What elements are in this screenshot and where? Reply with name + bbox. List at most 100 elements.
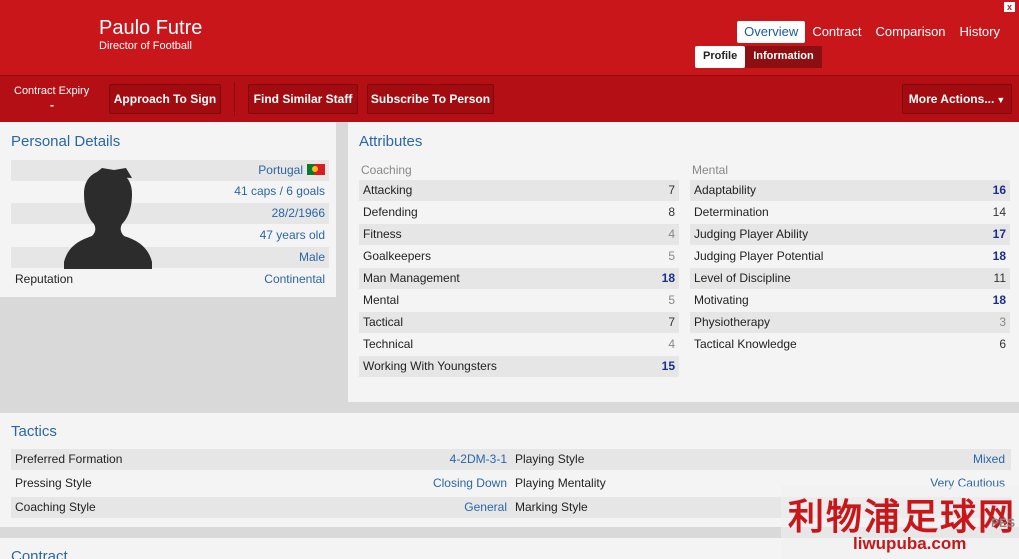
contract-expiry-value: - <box>50 98 54 112</box>
attribute-row: Adaptability 16 <box>690 180 1010 201</box>
site-watermark: 利物浦足球网 liwupuba.com PES <box>781 486 1019 559</box>
more-actions-label: More Actions... <box>908 92 995 106</box>
staff-name: Paulo Futre <box>99 17 203 39</box>
attribute-value: 5 <box>668 249 675 263</box>
contract-expiry-label: Contract Expiry <box>14 85 90 97</box>
attribute-value: 8 <box>668 205 675 219</box>
tab-overview[interactable]: Overview <box>737 21 806 43</box>
attribute-label: Goalkeepers <box>363 249 432 263</box>
attribute-label: Motivating <box>694 293 749 307</box>
personal-details-panel: Personal Details Portugal 41 caps / 6 go… <box>0 122 336 297</box>
tab-comparison[interactable]: Comparison <box>868 21 952 43</box>
attribute-row: Determination 14 <box>690 202 1010 223</box>
more-actions-button[interactable]: More Actions... ▼ <box>902 84 1012 114</box>
close-icon[interactable]: x <box>1004 2 1015 12</box>
attribute-label: Working With Youngsters <box>363 359 497 373</box>
tactics-title: Tactics <box>11 423 57 440</box>
attributes-panel: Attributes Coaching Mental Attacking 7 Def… <box>348 122 1019 402</box>
reputation-value: Continental <box>264 272 325 286</box>
attribute-label: Tactical Knowledge <box>694 337 797 351</box>
attribute-label: Judging Player Ability <box>694 227 809 241</box>
attribute-row: Mental 5 <box>359 290 679 311</box>
reputation-label: Reputation <box>15 272 74 286</box>
attribute-label: Technical <box>363 337 414 351</box>
attribute-row: Physiotherapy 3 <box>690 312 1010 333</box>
action-toolbar: Contract Expiry - Approach To Sign Find … <box>0 75 1019 122</box>
tactic-value: General <box>464 500 507 514</box>
attribute-row: Tactical 7 <box>359 312 679 333</box>
attribute-label: Judging Player Potential <box>694 249 824 263</box>
nationality-row: Portugal <box>11 160 329 181</box>
sub-tabs: Profile Information <box>695 46 822 68</box>
gender-row: Male <box>11 247 329 268</box>
toolbar-divider <box>234 82 235 116</box>
attribute-value: 5 <box>668 293 675 307</box>
attribute-row: Working With Youngsters 15 <box>359 356 679 377</box>
find-similar-staff-button[interactable]: Find Similar Staff <box>248 84 358 114</box>
attribute-label: Tactical <box>363 315 404 329</box>
attributes-title: Attributes <box>359 133 423 150</box>
attribute-value: 18 <box>992 293 1006 307</box>
tab-history[interactable]: History <box>953 21 1007 43</box>
subtab-information[interactable]: Information <box>745 46 822 68</box>
attribute-value: 15 <box>661 359 675 373</box>
approach-to-sign-button[interactable]: Approach To Sign <box>109 84 221 114</box>
attribute-label: Fitness <box>363 227 402 241</box>
tactic-value: 4-2DM-3-1 <box>449 452 507 466</box>
attribute-row: Level of Discipline 11 <box>690 268 1010 289</box>
watermark-url: liwupuba.com <box>853 534 967 553</box>
reputation-row: Reputation Continental <box>11 269 329 290</box>
nationality-value[interactable]: Portugal <box>258 163 303 177</box>
tactic-value: Mixed <box>972 452 1005 466</box>
age-row: 47 years old <box>11 225 329 246</box>
coaching-heading: Coaching <box>361 163 412 177</box>
mental-heading: Mental <box>692 163 729 177</box>
attribute-label: Attacking <box>363 183 413 197</box>
tactics-row: Preferred Formation 4-2DM-3-1 Playing Styl… <box>11 449 1011 470</box>
tactic-label: Marking Style <box>515 500 588 514</box>
subscribe-button[interactable]: Subscribe To Person <box>367 84 494 114</box>
attribute-value: 14 <box>992 205 1006 219</box>
attribute-row: Judging Player Potential 18 <box>690 246 1010 267</box>
portugal-flag-icon <box>307 164 325 175</box>
attribute-value: 6 <box>999 337 1006 351</box>
title-bar: Paulo Futre Director of Football x Overv… <box>0 0 1019 75</box>
dob-value: 28/2/1966 <box>271 206 325 220</box>
attribute-label: Level of Discipline <box>694 271 791 285</box>
caps-value: 41 caps / 6 goals <box>234 184 325 198</box>
attribute-value: 4 <box>668 227 675 241</box>
attribute-row: Defending 8 <box>359 202 679 223</box>
tactic-label: Playing Mentality <box>515 476 606 490</box>
watermark-cn-text: 利物浦足球网 <box>788 497 1017 538</box>
attribute-value: 7 <box>668 315 675 329</box>
chevron-down-icon: ▼ <box>996 95 1006 105</box>
attribute-value: 18 <box>661 271 675 285</box>
attribute-row: Technical 4 <box>359 334 679 355</box>
attribute-row: Fitness 4 <box>359 224 679 245</box>
tactic-label: Playing Style <box>515 452 585 466</box>
attribute-label: Mental <box>363 293 400 307</box>
attribute-label: Physiotherapy <box>694 315 771 329</box>
attribute-value: 17 <box>992 227 1006 241</box>
dob-row: 28/2/1966 <box>11 203 329 224</box>
contract-title: Contract <box>11 548 68 559</box>
attribute-label: Determination <box>694 205 769 219</box>
attribute-row: Goalkeepers 5 <box>359 246 679 267</box>
attribute-value: 7 <box>668 183 675 197</box>
main-tabs: Overview Contract Comparison History <box>737 21 1007 43</box>
attribute-row: Man Management 18 <box>359 268 679 289</box>
tab-contract[interactable]: Contract <box>805 21 868 43</box>
attribute-row: Judging Player Ability 17 <box>690 224 1010 245</box>
tactic-value: Closing Down <box>432 476 507 490</box>
attribute-row: Tactical Knowledge 6 <box>690 334 1010 355</box>
age-value: 47 years old <box>259 228 325 242</box>
watermark-corner-text: PES <box>990 516 1015 530</box>
subtab-profile[interactable]: Profile <box>695 46 746 68</box>
staff-role: Director of Football <box>99 40 192 52</box>
caps-row: 41 caps / 6 goals <box>11 181 329 202</box>
attribute-value: 3 <box>999 315 1006 329</box>
attribute-value: 4 <box>668 337 675 351</box>
attribute-label: Adaptability <box>694 183 757 197</box>
attribute-value: 16 <box>992 183 1006 197</box>
attribute-row: Motivating 18 <box>690 290 1010 311</box>
